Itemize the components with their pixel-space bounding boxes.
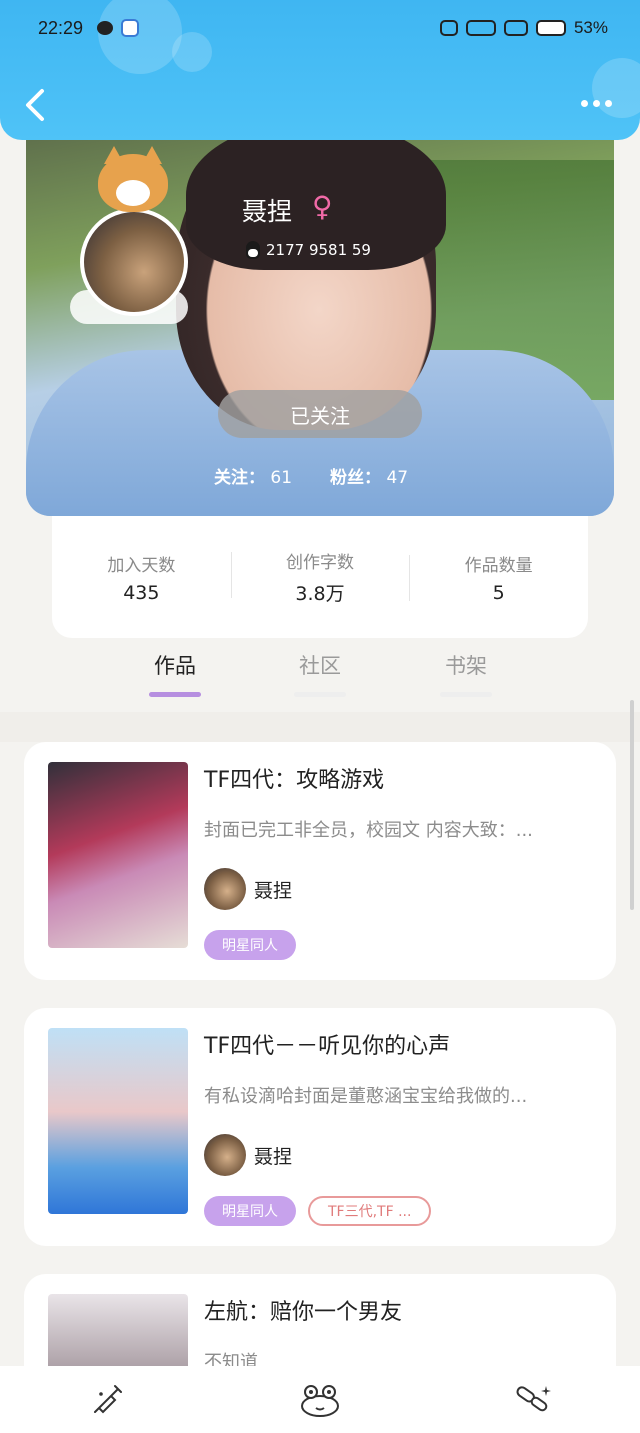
followers-label: 粉丝： bbox=[330, 468, 382, 488]
status-time: 22:29 bbox=[38, 17, 84, 38]
book-cover bbox=[48, 762, 188, 948]
followers-stat[interactable]: 粉丝： 47 bbox=[330, 463, 408, 488]
tag[interactable]: 明星同人 bbox=[204, 930, 296, 960]
tab-works[interactable]: 作品 bbox=[135, 650, 215, 697]
qq-penguin-icon bbox=[246, 241, 260, 259]
frog-icon bbox=[300, 1384, 339, 1417]
tab-indicator bbox=[294, 692, 346, 697]
author-name: 聂捏 bbox=[254, 879, 293, 902]
book-title: TF四代：攻略游戏 bbox=[204, 768, 385, 793]
qq-info: 2177 9581 59 bbox=[246, 241, 371, 259]
book-tags: 明星同人 TF三代,TF ... bbox=[204, 1196, 432, 1226]
tab-label: 作品 bbox=[154, 654, 196, 678]
dot bbox=[581, 100, 588, 107]
tab-label: 书架 bbox=[445, 654, 487, 678]
author-name: 聂捏 bbox=[254, 1145, 293, 1168]
book-author[interactable]: 聂捏 bbox=[204, 868, 292, 910]
status-right: 53% bbox=[439, 18, 608, 38]
scrollbar[interactable] bbox=[630, 700, 634, 910]
profile-name: 聂捏 bbox=[242, 197, 293, 226]
stat-value: 435 bbox=[123, 581, 160, 604]
pills-icon bbox=[516, 1385, 552, 1411]
tab-indicator bbox=[440, 692, 492, 697]
syringe-icon bbox=[93, 1384, 122, 1413]
avatar bbox=[80, 208, 188, 316]
followers-count: 47 bbox=[386, 468, 409, 488]
list-background bbox=[0, 712, 640, 742]
following-stat[interactable]: 关注： 61 bbox=[214, 463, 292, 488]
stat-works-count: 作品数量 5 bbox=[409, 551, 588, 604]
stat-value: 3.8万 bbox=[295, 583, 345, 605]
following-count: 61 bbox=[270, 468, 293, 488]
tab-indicator bbox=[149, 692, 201, 697]
nav-item-frog[interactable] bbox=[295, 1378, 345, 1422]
tab-bar: 作品 社区 书架 bbox=[0, 650, 640, 712]
network-icon bbox=[503, 20, 528, 36]
baidu-icon bbox=[121, 19, 140, 37]
tab-label: 社区 bbox=[299, 654, 341, 678]
nav-item-pills[interactable] bbox=[508, 1378, 558, 1422]
follow-counts: 关注： 61 粉丝： 47 bbox=[214, 463, 408, 488]
bottom-nav bbox=[0, 1366, 640, 1433]
notification-icons bbox=[97, 19, 140, 37]
stat-label: 加入天数 bbox=[107, 555, 176, 576]
wechat-icon bbox=[97, 21, 114, 35]
decor-bubble bbox=[592, 58, 640, 118]
stats-card: 加入天数 435 创作字数 3.8万 作品数量 5 bbox=[52, 516, 588, 638]
book-title: TF四代－－听见你的心声 bbox=[204, 1034, 451, 1059]
stat-label: 创作字数 bbox=[286, 553, 354, 573]
stat-word-count: 创作字数 3.8万 bbox=[230, 548, 410, 606]
follow-button[interactable]: 已关注 bbox=[218, 390, 422, 438]
more-options-icon[interactable] bbox=[581, 100, 612, 107]
book-title: 左航：赔你一个男友 bbox=[204, 1300, 403, 1325]
book-tags: 明星同人 bbox=[204, 930, 296, 960]
book-description: 封面已完工非全员，校园文 内容大致：... bbox=[204, 820, 533, 841]
tab-bookshelf[interactable]: 书架 bbox=[426, 650, 506, 697]
signal-icon bbox=[439, 20, 458, 36]
avatar-frame[interactable] bbox=[70, 146, 200, 324]
stat-value: 5 bbox=[492, 581, 505, 604]
book-card[interactable]: TF四代：攻略游戏 封面已完工非全员，校园文 内容大致：... 聂捏 明星同人 bbox=[24, 742, 616, 980]
dot bbox=[593, 100, 600, 107]
dot bbox=[605, 100, 612, 107]
wifi-icon bbox=[465, 20, 496, 36]
battery-icon bbox=[535, 20, 566, 36]
status-bar: 22:29 53% bbox=[0, 0, 640, 56]
book-card[interactable]: TF四代－－听见你的心声 有私设滴哈封面是董憨涵宝宝给我做的... 聂捏 明星同… bbox=[24, 1008, 616, 1246]
top-bar: 22:29 53% bbox=[0, 0, 640, 140]
author-avatar bbox=[204, 1134, 246, 1176]
qq-number: 2177 9581 59 bbox=[266, 241, 371, 259]
tag[interactable]: TF三代,TF ... bbox=[308, 1196, 432, 1226]
nav-item-syringe[interactable] bbox=[82, 1378, 132, 1422]
corgi-decoration-icon bbox=[98, 146, 168, 212]
battery-percent: 53% bbox=[573, 18, 608, 37]
back-arrow-icon[interactable] bbox=[22, 88, 48, 122]
corgi-muzzle bbox=[116, 180, 150, 206]
following-label: 关注： bbox=[214, 468, 265, 488]
stat-label: 作品数量 bbox=[464, 555, 533, 576]
author-avatar bbox=[204, 868, 246, 910]
book-author[interactable]: 聂捏 bbox=[204, 1134, 292, 1176]
gender-female-icon: ♀ bbox=[312, 190, 333, 223]
tag[interactable]: 明星同人 bbox=[204, 1196, 296, 1226]
tab-community[interactable]: 社区 bbox=[280, 650, 360, 697]
stat-join-days: 加入天数 435 bbox=[52, 551, 231, 604]
book-description: 有私设滴哈封面是董憨涵宝宝给我做的... bbox=[204, 1086, 528, 1107]
book-cover bbox=[48, 1028, 188, 1214]
